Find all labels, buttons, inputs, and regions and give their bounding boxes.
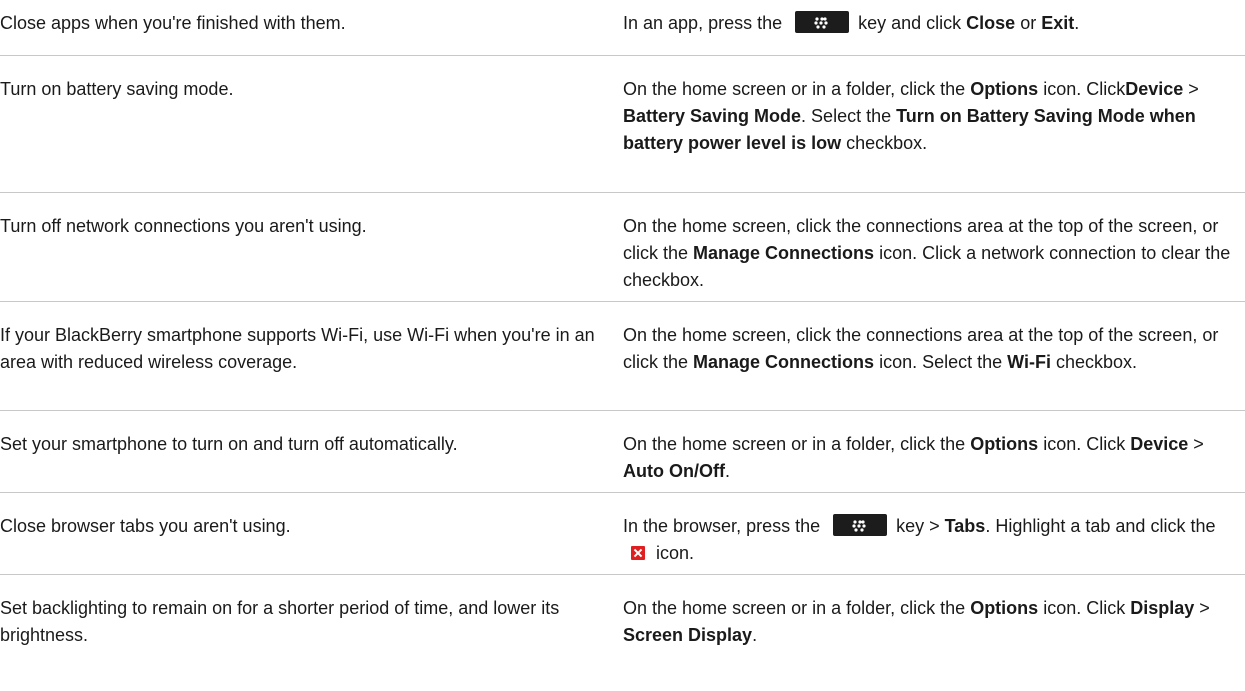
row-divider <box>0 55 1245 56</box>
menu-key-icon <box>795 11 850 33</box>
table-row: Set your smartphone to turn on and turn … <box>0 421 1245 493</box>
ui-term: Device <box>1125 79 1184 99</box>
how-to-cell: On the home screen, click the connection… <box>623 322 1233 376</box>
instruction-text: . Highlight a tab and click the <box>985 516 1216 536</box>
instruction-text: . <box>1074 13 1080 33</box>
table-row: If your BlackBerry smartphone supports W… <box>0 312 1245 411</box>
ui-term: Auto On/Off <box>623 461 725 481</box>
how-to-cell: On the home screen, click the connection… <box>623 213 1233 294</box>
instruction-text: > <box>1194 598 1210 618</box>
row-divider <box>0 192 1245 193</box>
table-row: Close browser tabs you aren't using. In t… <box>0 503 1245 575</box>
row-divider <box>0 492 1245 493</box>
instruction-text: icon. Click <box>1038 79 1126 99</box>
ui-term: Close <box>966 13 1016 33</box>
tip-cell: Close apps when you're finished with the… <box>0 13 346 33</box>
row-divider <box>0 301 1245 302</box>
instruction-text: icon. Select the <box>874 352 1008 372</box>
instruction-text: > <box>1188 434 1204 454</box>
tip-cell: Set your smartphone to turn on and turn … <box>0 434 458 454</box>
ui-term: Manage Connections <box>693 352 875 372</box>
tip-cell: Turn off network connections you aren't … <box>0 216 367 236</box>
instruction-text: key and click <box>853 13 967 33</box>
ui-term: Display <box>1130 598 1195 618</box>
table-row: Turn off network connections you aren't … <box>0 203 1245 302</box>
tip-cell: Turn on battery saving mode. <box>0 79 234 99</box>
instruction-text: checkbox. <box>841 133 928 153</box>
ui-term: Options <box>970 434 1039 454</box>
ui-term: Exit <box>1041 13 1075 33</box>
how-to-cell: On the home screen or in a folder, click… <box>623 595 1233 649</box>
instruction-text: checkbox. <box>1050 352 1138 372</box>
ui-term: Screen Display <box>623 625 753 645</box>
instruction-text: . <box>752 625 758 645</box>
tip-cell: Set backlighting to remain on for a shor… <box>0 598 560 645</box>
instruction-text: On the home screen or in a folder, click… <box>623 79 971 99</box>
how-to-cell: In an app, press the key and click Close… <box>623 10 1233 37</box>
ui-term: Wi-Fi <box>1007 352 1051 372</box>
how-to-cell: On the home screen or in a folder, click… <box>623 431 1233 485</box>
table-row: Close apps when you're finished with the… <box>0 0 1245 56</box>
instruction-text: . <box>724 461 730 481</box>
tip-cell: Close browser tabs you aren't using. <box>0 516 291 536</box>
instruction-text: . Select the <box>801 106 897 126</box>
menu-key-icon <box>833 514 888 536</box>
instruction-text: On the home screen or in a folder, click… <box>623 434 971 454</box>
how-to-cell: In the browser, press the key > Tabs. Hi… <box>623 513 1233 567</box>
close-tab-icon <box>631 546 645 560</box>
row-divider <box>0 574 1245 575</box>
ui-term: Manage Connections <box>693 243 875 263</box>
instruction-text: In an app, press the <box>623 13 788 33</box>
ui-term: Options <box>970 79 1039 99</box>
instruction-text: On the home screen or in a folder, click… <box>623 598 971 618</box>
row-divider <box>0 410 1245 411</box>
instruction-text: key > <box>891 516 945 536</box>
table-row: Set backlighting to remain on for a shor… <box>0 585 1245 691</box>
ui-term: Tabs <box>944 516 986 536</box>
tip-cell: If your BlackBerry smartphone supports W… <box>0 325 595 372</box>
ui-term: Options <box>970 598 1039 618</box>
ui-term: Device <box>1130 434 1189 454</box>
table-row: Turn on battery saving mode. On the home … <box>0 66 1245 193</box>
instruction-text: In the browser, press the <box>623 516 826 536</box>
instruction-text: icon. Click <box>1038 598 1131 618</box>
instruction-text: icon. <box>651 543 695 563</box>
instruction-text: icon. Click <box>1038 434 1131 454</box>
ui-term: Battery Saving Mode <box>623 106 802 126</box>
instruction-text: > <box>1183 79 1199 99</box>
how-to-cell: On the home screen or in a folder, click… <box>623 76 1233 157</box>
instruction-text: or <box>1015 13 1042 33</box>
